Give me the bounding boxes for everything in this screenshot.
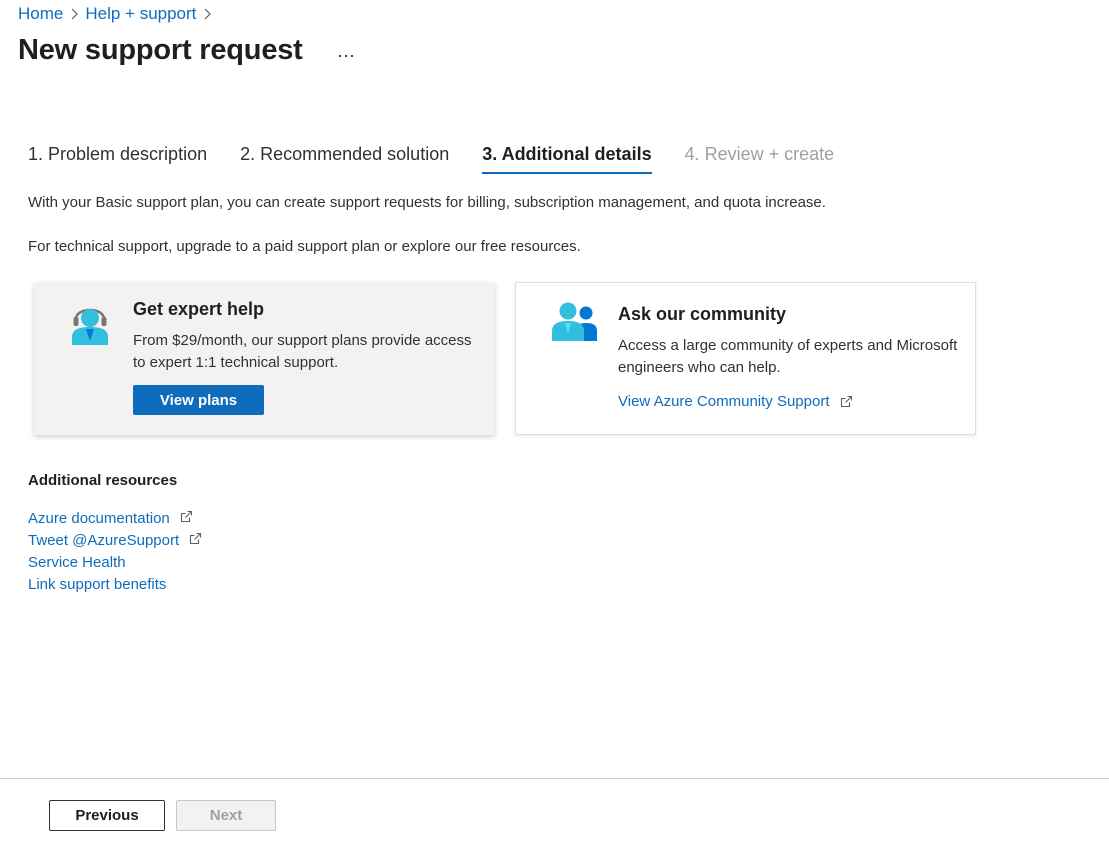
expert-help-description: From $29/month, our support plans provid… <box>133 332 472 371</box>
tab-recommended-solution[interactable]: 2. Recommended solution <box>240 138 449 176</box>
link-support-benefits-link[interactable]: Link support benefits <box>28 576 166 593</box>
community-link-label: View Azure Community Support <box>618 393 830 410</box>
community-card: Ask our community Access a large communi… <box>515 282 976 435</box>
azure-documentation-link[interactable]: Azure documentation <box>28 510 170 527</box>
list-item: Tweet @AzureSupport <box>28 529 202 551</box>
ellipsis-icon <box>338 54 354 58</box>
chevron-right-icon <box>63 8 85 20</box>
chevron-right-icon <box>196 8 218 20</box>
list-item: Link support benefits <box>28 573 202 595</box>
technical-support-text: For technical support, upgrade to a paid… <box>28 238 581 255</box>
page-title: New support request <box>18 34 303 66</box>
breadcrumb-help-support[interactable]: Help + support <box>85 4 196 24</box>
support-agent-icon <box>72 308 108 345</box>
list-item: Azure documentation <box>28 507 202 529</box>
service-health-link[interactable]: Service Health <box>28 554 126 571</box>
expert-help-title: Get expert help <box>133 299 265 319</box>
additional-resources-heading: Additional resources <box>28 472 178 489</box>
plan-info-text: With your Basic support plan, you can cr… <box>28 194 826 211</box>
tab-review-create: 4. Review + create <box>684 144 835 164</box>
breadcrumb: Home Help + support <box>18 3 218 25</box>
view-plans-button[interactable]: View plans <box>133 385 264 415</box>
community-description: Access a large community of experts and … <box>618 337 958 376</box>
wizard-tabs: 1. Problem description 2. Recommended so… <box>28 138 867 178</box>
external-link-icon <box>840 395 853 408</box>
external-link-icon <box>189 532 202 545</box>
expert-help-card: Get expert help From $29/month, our supp… <box>34 282 495 435</box>
tweet-azure-support-link[interactable]: Tweet @AzureSupport <box>28 532 179 549</box>
community-users-icon <box>552 302 597 341</box>
tab-problem-description[interactable]: 1. Problem description <box>28 138 207 176</box>
previous-button[interactable]: Previous <box>49 800 165 831</box>
breadcrumb-home[interactable]: Home <box>18 4 63 24</box>
list-item: Service Health <box>28 551 202 573</box>
view-azure-community-support-link[interactable]: View Azure Community Support <box>618 393 853 410</box>
next-button: Next <box>176 800 276 831</box>
additional-resources-list: Azure documentation Tweet @AzureSupport … <box>28 507 202 595</box>
footer-divider <box>0 778 1109 779</box>
external-link-icon <box>180 510 193 523</box>
tab-additional-details[interactable]: 3. Additional details <box>482 138 652 176</box>
more-options-button[interactable] <box>333 46 359 66</box>
community-title: Ask our community <box>618 304 787 324</box>
